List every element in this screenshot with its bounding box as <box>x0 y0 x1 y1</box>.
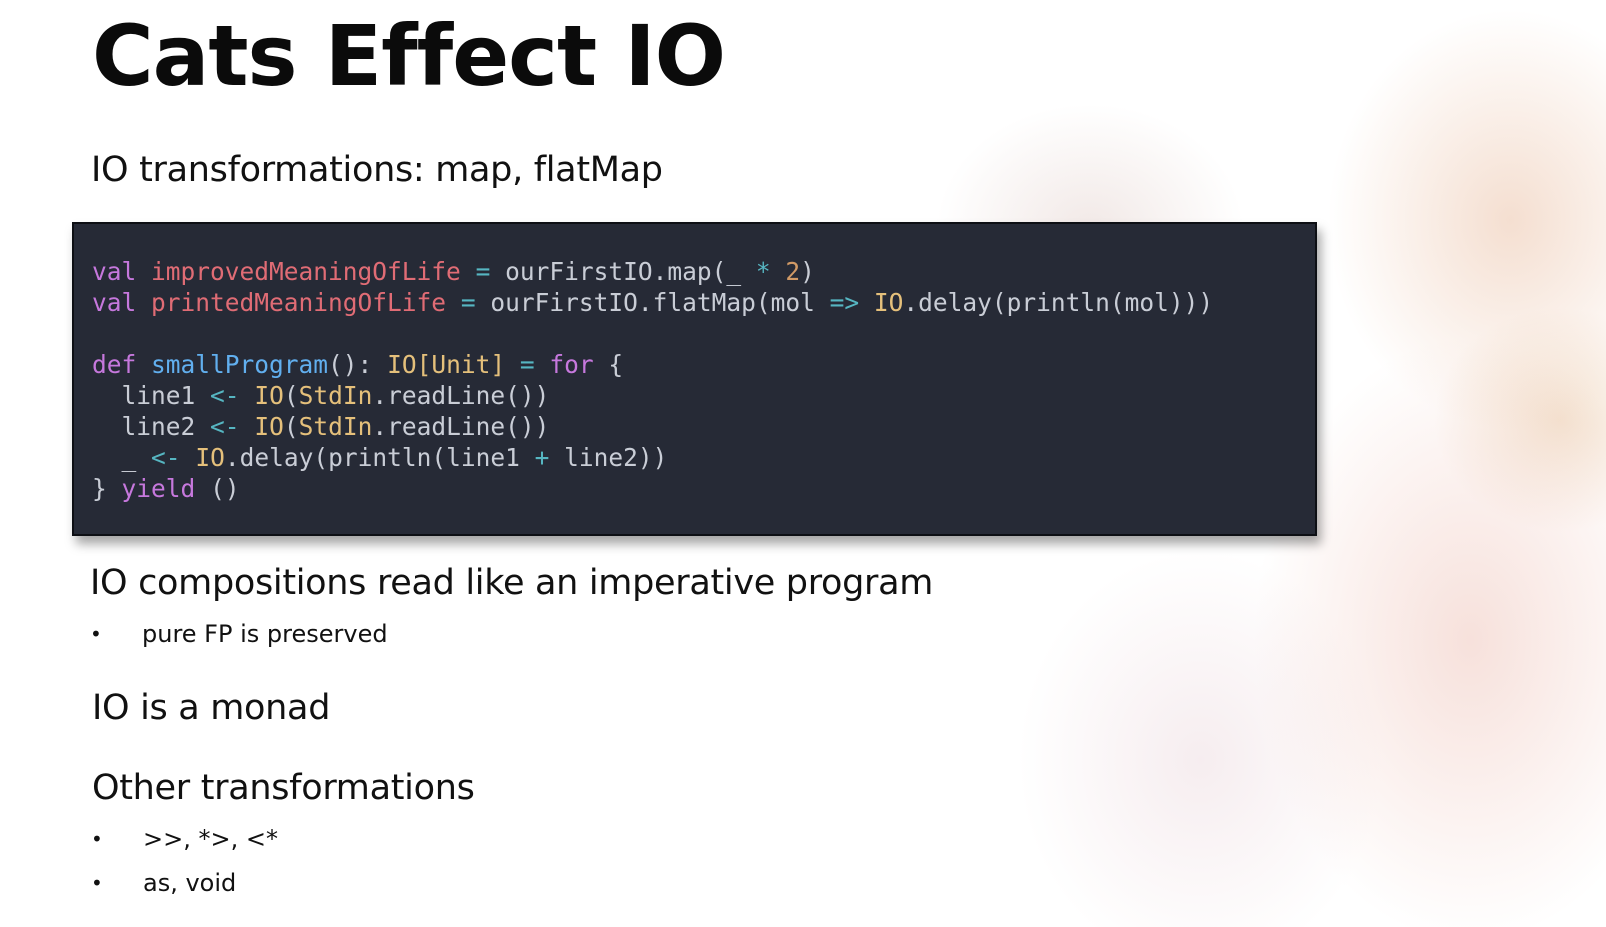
bullet-item: • as, void <box>91 869 236 897</box>
bullet-dot: • <box>91 827 103 851</box>
bullet-item: • >>, *>, <* <box>91 825 278 853</box>
code-line-8: } yield () <box>92 474 240 503</box>
bullet-text: pure FP is preserved <box>142 620 388 648</box>
bullet-item: • pure FP is preserved <box>90 620 388 648</box>
section-heading-monad: IO is a monad <box>92 688 331 728</box>
bullet-dot: • <box>91 871 103 895</box>
slide-subtitle: IO transformations: map, flatMap <box>91 150 663 190</box>
code-line-7: _ <- IO.delay(println(line1 + line2)) <box>92 443 668 472</box>
bullet-dot: • <box>90 622 102 646</box>
code-line-5: line1 <- IO(StdIn.readLine()) <box>92 381 550 410</box>
code-line-2: val printedMeaningOfLife = ourFirstIO.fl… <box>92 288 1214 317</box>
code-line-4: def smallProgram(): IO[Unit] = for { <box>92 350 624 379</box>
bullet-text: as, void <box>143 869 237 897</box>
code-block: val improvedMeaningOfLife = ourFirstIO.m… <box>72 222 1317 536</box>
code-line-6: line2 <- IO(StdIn.readLine()) <box>92 412 550 441</box>
code-text: val improvedMeaningOfLife = ourFirstIO.m… <box>92 256 1315 504</box>
section-heading-other: Other transformations <box>92 768 475 808</box>
bullet-text: >>, *>, <* <box>143 825 278 853</box>
section-heading-compositions: IO compositions read like an imperative … <box>90 563 934 603</box>
slide-title: Cats Effect IO <box>92 7 726 105</box>
code-line-1: val improvedMeaningOfLife = ourFirstIO.m… <box>92 257 815 286</box>
